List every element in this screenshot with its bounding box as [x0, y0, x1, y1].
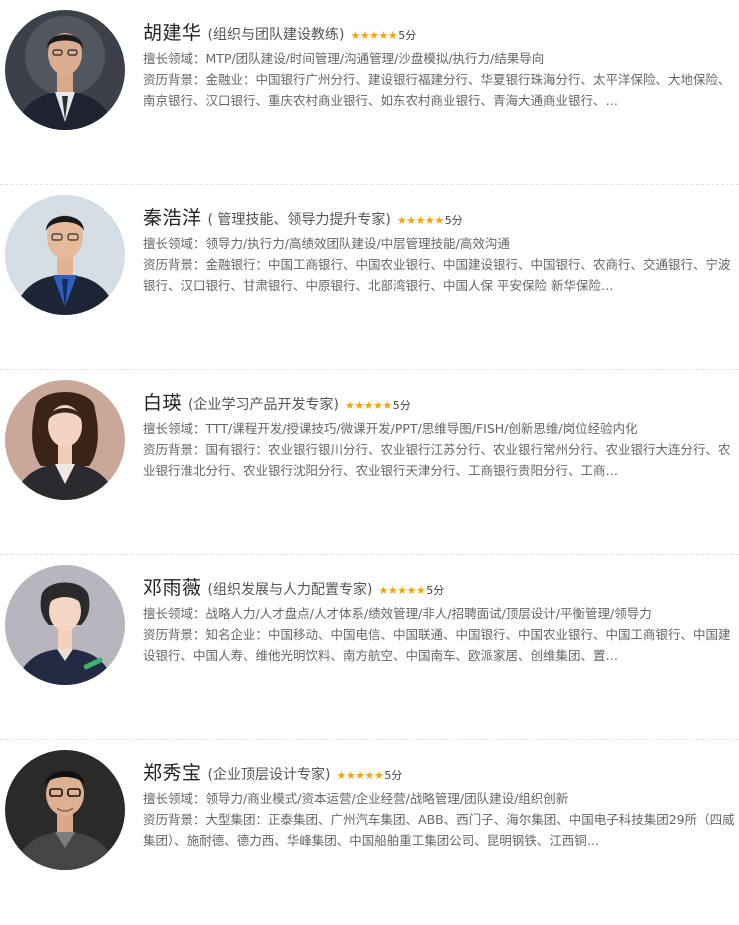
background-value: 金融业：中国银行广州分行、建设银行福建分行、华夏银行珠海分行、太平洋保险、大地保…: [143, 72, 731, 108]
trainer-avatar[interactable]: [5, 195, 125, 315]
trainer-info: 郑秀宝 (企业顶层设计专家) ★★★★★ 5分 擅长领域：领导力/商业模式/资本…: [143, 758, 737, 851]
background-label: 资历背景：: [143, 257, 206, 272]
trainer-title: (组织与团队建设教练): [207, 27, 345, 43]
trainer-list: 胡建华 (组织与团队建设教练) ★★★★★ 5分 擅长领域：MTP/团队建设/时…: [0, 0, 739, 925]
trainer-title-row: 郑秀宝 (企业顶层设计专家) ★★★★★ 5分: [143, 758, 737, 788]
expertise-value: 战略人力/人才盘点/人才体系/绩效管理/非人/招聘面试/顶层设计/平衡管理/领导…: [205, 606, 652, 621]
avatar-photo: [5, 380, 125, 500]
rating-score: 5分: [384, 769, 403, 782]
rating-stars-icon: ★★★★★: [378, 584, 426, 597]
trainer-card[interactable]: 胡建华 (组织与团队建设教练) ★★★★★ 5分 擅长领域：MTP/团队建设/时…: [0, 0, 739, 185]
rating-stars-icon: ★★★★★: [350, 29, 398, 42]
rating-stars-icon: ★★★★★: [396, 214, 444, 227]
trainer-title: (企业学习产品开发专家): [188, 397, 339, 413]
trainer-name[interactable]: 胡建华: [143, 18, 202, 45]
trainer-title-row: 白瑛 (企业学习产品开发专家) ★★★★★ 5分: [143, 388, 737, 418]
background-label: 资历背景：: [143, 627, 206, 642]
trainer-info: 邓雨薇 (组织发展与人力配置专家) ★★★★★ 5分 擅长领域：战略人力/人才盘…: [143, 573, 737, 666]
trainer-title: ( 管理技能、领导力提升专家): [207, 212, 391, 228]
trainer-avatar[interactable]: [5, 10, 125, 130]
avatar-photo: [5, 750, 125, 870]
expertise-value: 领导力/执行力/高绩效团队建设/中层管理技能/高效沟通: [205, 236, 510, 251]
background-line: 资历背景：国有银行：农业银行银川分行、农业银行江苏分行、农业银行常州分行、农业银…: [143, 439, 737, 481]
rating-stars-icon: ★★★★★: [336, 769, 384, 782]
rating-score: 5分: [444, 214, 463, 227]
background-value: 国有银行：农业银行银川分行、农业银行江苏分行、农业银行常州分行、农业银行大连分行…: [143, 442, 731, 478]
trainer-title: (组织发展与人力配置专家): [207, 582, 373, 598]
trainer-card[interactable]: 白瑛 (企业学习产品开发专家) ★★★★★ 5分 擅长领域：TTT/课程开发/授…: [0, 370, 739, 555]
trainer-avatar[interactable]: [5, 565, 125, 685]
trainer-avatar[interactable]: [5, 380, 125, 500]
expertise-line: 擅长领域：领导力/商业模式/资本运营/企业经营/战略管理/团队建设/组织创新: [143, 788, 737, 809]
rating-stars-icon: ★★★★★: [344, 399, 392, 412]
expertise-line: 擅长领域：战略人力/人才盘点/人才体系/绩效管理/非人/招聘面试/顶层设计/平衡…: [143, 603, 737, 624]
trainer-card[interactable]: 郑秀宝 (企业顶层设计专家) ★★★★★ 5分 擅长领域：领导力/商业模式/资本…: [0, 740, 739, 925]
background-value: 金融银行：中国工商银行、中国农业银行、中国建设银行、中国银行、农商行、交通银行、…: [143, 257, 731, 293]
expertise-line: 擅长领域：MTP/团队建设/时间管理/沟通管理/沙盘模拟/执行力/结果导向: [143, 48, 737, 69]
expertise-value: MTP/团队建设/时间管理/沟通管理/沙盘模拟/执行力/结果导向: [205, 51, 545, 66]
background-value: 知名企业：中国移动、中国电信、中国联通、中国银行、中国农业银行、中国工商银行、中…: [143, 627, 731, 663]
trainer-name[interactable]: 秦浩洋: [143, 203, 202, 230]
background-line: 资历背景：金融银行：中国工商银行、中国农业银行、中国建设银行、中国银行、农商行、…: [143, 254, 737, 296]
rating-score: 5分: [392, 399, 411, 412]
expertise-line: 擅长领域：领导力/执行力/高绩效团队建设/中层管理技能/高效沟通: [143, 233, 737, 254]
rating-score: 5分: [426, 584, 445, 597]
trainer-info: 秦浩洋 ( 管理技能、领导力提升专家) ★★★★★ 5分 擅长领域：领导力/执行…: [143, 203, 737, 296]
expertise-line: 擅长领域：TTT/课程开发/授课技巧/微课开发/PPT/思维导图/FISH/创新…: [143, 418, 737, 439]
trainer-avatar[interactable]: [5, 750, 125, 870]
background-value: 大型集团：正泰集团、广州汽车集团、ABB、西门子、海尔集团、中国电子科技集团29…: [143, 812, 735, 848]
trainer-title-row: 胡建华 (组织与团队建设教练) ★★★★★ 5分: [143, 18, 737, 48]
trainer-title-row: 邓雨薇 (组织发展与人力配置专家) ★★★★★ 5分: [143, 573, 737, 603]
expertise-value: TTT/课程开发/授课技巧/微课开发/PPT/思维导图/FISH/创新思维/岗位…: [205, 421, 638, 436]
avatar-photo: [5, 565, 125, 685]
trainer-info: 胡建华 (组织与团队建设教练) ★★★★★ 5分 擅长领域：MTP/团队建设/时…: [143, 18, 737, 111]
trainer-info: 白瑛 (企业学习产品开发专家) ★★★★★ 5分 擅长领域：TTT/课程开发/授…: [143, 388, 737, 481]
background-line: 资历背景：金融业：中国银行广州分行、建设银行福建分行、华夏银行珠海分行、太平洋保…: [143, 69, 737, 111]
expertise-label: 擅长领域：: [143, 606, 206, 621]
background-label: 资历背景：: [143, 442, 206, 457]
trainer-name[interactable]: 白瑛: [143, 388, 182, 415]
expertise-label: 擅长领域：: [143, 421, 206, 436]
trainer-name[interactable]: 邓雨薇: [143, 573, 202, 600]
expertise-label: 擅长领域：: [143, 51, 206, 66]
expertise-label: 擅长领域：: [143, 236, 206, 251]
trainer-title: (企业顶层设计专家): [207, 767, 331, 783]
expertise-value: 领导力/商业模式/资本运营/企业经营/战略管理/团队建设/组织创新: [205, 791, 569, 806]
background-line: 资历背景：知名企业：中国移动、中国电信、中国联通、中国银行、中国农业银行、中国工…: [143, 624, 737, 666]
background-label: 资历背景：: [143, 812, 206, 827]
trainer-card[interactable]: 秦浩洋 ( 管理技能、领导力提升专家) ★★★★★ 5分 擅长领域：领导力/执行…: [0, 185, 739, 370]
trainer-title-row: 秦浩洋 ( 管理技能、领导力提升专家) ★★★★★ 5分: [143, 203, 737, 233]
background-line: 资历背景：大型集团：正泰集团、广州汽车集团、ABB、西门子、海尔集团、中国电子科…: [143, 809, 737, 851]
expertise-label: 擅长领域：: [143, 791, 206, 806]
rating-score: 5分: [398, 29, 417, 42]
background-label: 资历背景：: [143, 72, 206, 87]
avatar-photo: [5, 195, 125, 315]
trainer-name[interactable]: 郑秀宝: [143, 758, 202, 785]
avatar-photo: [5, 10, 125, 130]
trainer-card[interactable]: 邓雨薇 (组织发展与人力配置专家) ★★★★★ 5分 擅长领域：战略人力/人才盘…: [0, 555, 739, 740]
